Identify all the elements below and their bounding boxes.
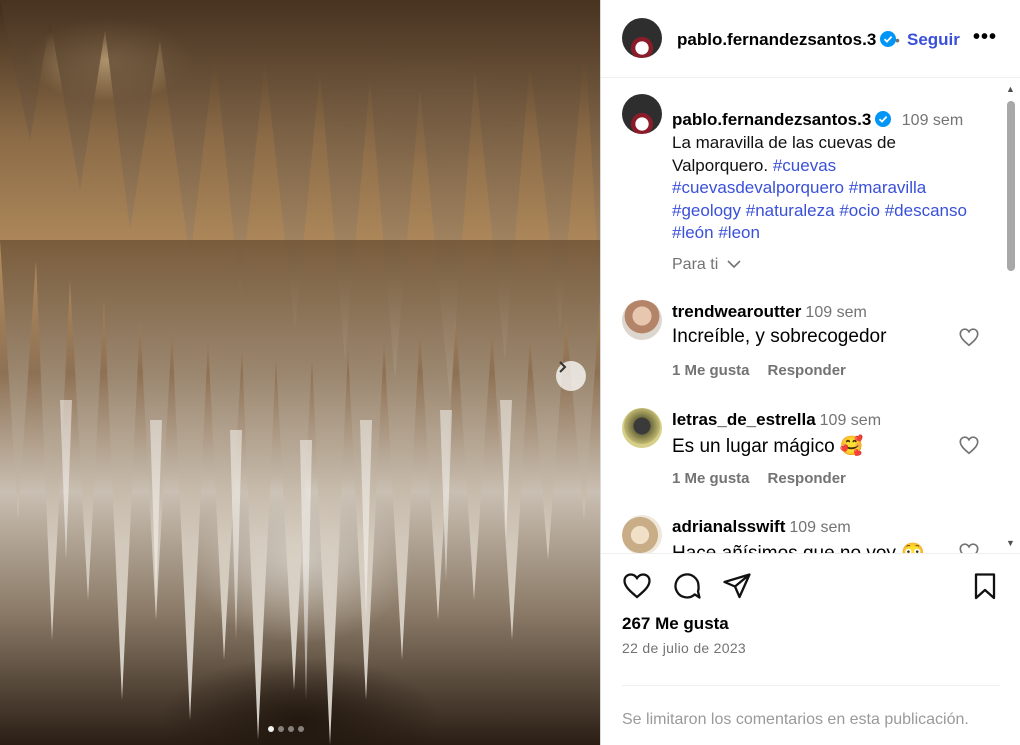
post-date[interactable]: 22 de julio de 2023 [622,640,746,656]
verified-badge-icon [880,31,897,47]
reply-button[interactable]: Responder [768,362,846,379]
post-actions: 267 Me gusta 22 de julio de 2023 [601,553,1020,685]
comment-header: adrianalsswift 109 sem [672,517,851,537]
comment-username[interactable]: trendwearoutter [672,302,801,321]
comment-likes-count[interactable]: 1 Me gusta [672,470,750,487]
comment-time: 109 sem [805,304,867,321]
post-photo [0,0,600,745]
comments-scroll-area[interactable]: pablo.fernandezsantos.3 109 sem La marav… [601,78,1020,553]
verified-badge-icon [875,111,892,127]
hashtag-link[interactable]: #cuevas [773,156,836,175]
share-send-icon[interactable] [721,570,753,602]
comment-text: Increíble, y sobrecogedor [672,326,887,347]
carousel-indicator [268,726,304,732]
scroll-down-arrow-icon[interactable]: ▼ [1006,538,1015,548]
hashtag-link[interactable]: #geology [672,201,741,220]
save-bookmark-icon[interactable] [969,570,1001,602]
avatar[interactable] [622,300,662,340]
hashtag-link[interactable]: #ocio [839,201,880,220]
hashtag-link[interactable]: #cuevasdevalporquero [672,178,844,197]
comments-limited-text: Se limitaron los comentarios en esta pub… [622,711,969,728]
comments-scrollbar[interactable]: ▲ ▼ [1006,84,1016,548]
carousel-dot [288,726,294,732]
carousel-next-button[interactable] [556,361,586,391]
comment-text: Es un lugar mágico 🥰 [672,436,864,457]
like-heart-icon[interactable] [621,570,653,602]
comment-bubble-icon[interactable] [671,570,703,602]
comment-header: letras_de_estrella 109 sem [672,410,881,430]
comment-username[interactable]: letras_de_estrella [672,410,816,429]
post-header: pablo.fernandezsantos.3 • Seguir ••• [601,0,1020,78]
carousel-dot [298,726,304,732]
hashtag-link[interactable]: #descanso [885,201,967,220]
caption-username[interactable]: pablo.fernandezsantos.3 [672,110,871,129]
header-username[interactable]: pablo.fernandezsantos.3 [677,30,897,50]
post-details-panel: pablo.fernandezsantos.3 • Seguir ••• pab… [600,0,1020,745]
stalactites-illustration [0,0,600,745]
heart-icon[interactable] [958,326,980,348]
carousel-dot [278,726,284,732]
caption-text: La maravilla de las cuevas de Valporquer… [672,132,992,245]
comment-meta: 1 Me gusta Responder [672,362,846,379]
heart-icon[interactable] [958,434,980,456]
follow-button[interactable]: Seguir [907,30,960,50]
comment-likes-count[interactable]: 1 Me gusta [672,362,750,379]
reply-button[interactable]: Responder [768,470,846,487]
caption-header: pablo.fernandezsantos.3 109 sem [672,110,963,130]
comment-time: 109 sem [819,412,882,429]
comment-header: trendwearoutter 109 sem [672,302,867,322]
separator-dot: • [895,32,900,48]
avatar[interactable] [622,94,662,134]
caption-time: 109 sem [901,112,964,129]
comment-meta: 1 Me gusta Responder [672,470,846,487]
hashtag-link[interactable]: #naturaleza [746,201,835,220]
chevron-right-icon [559,361,567,373]
avatar[interactable] [622,408,662,448]
comment-username[interactable]: adrianalsswift [672,517,785,536]
username-text[interactable]: pablo.fernandezsantos.3 [677,30,876,49]
avatar[interactable] [622,18,662,58]
comment-text: Hace añísimos que no voy 😳 [672,541,925,553]
comments-limited-notice: Se limitaron los comentarios en esta pub… [622,685,1000,745]
heart-icon[interactable] [958,541,980,553]
likes-count[interactable]: 267 Me gusta [622,614,729,634]
more-options-button[interactable]: ••• [973,26,997,49]
hashtag-link[interactable]: #león [672,223,714,242]
hashtag-link[interactable]: #leon [718,223,760,242]
hashtag-link[interactable]: #maravilla [849,178,926,197]
avatar[interactable] [622,515,662,553]
scroll-up-arrow-icon[interactable]: ▲ [1006,84,1015,94]
carousel-dot [268,726,274,732]
translation-toggle[interactable]: Para ti [672,256,741,274]
chevron-down-icon [727,260,741,269]
comment-time: 109 sem [789,519,851,536]
translation-label: Para ti [672,256,719,273]
scrollbar-thumb[interactable] [1007,101,1015,271]
